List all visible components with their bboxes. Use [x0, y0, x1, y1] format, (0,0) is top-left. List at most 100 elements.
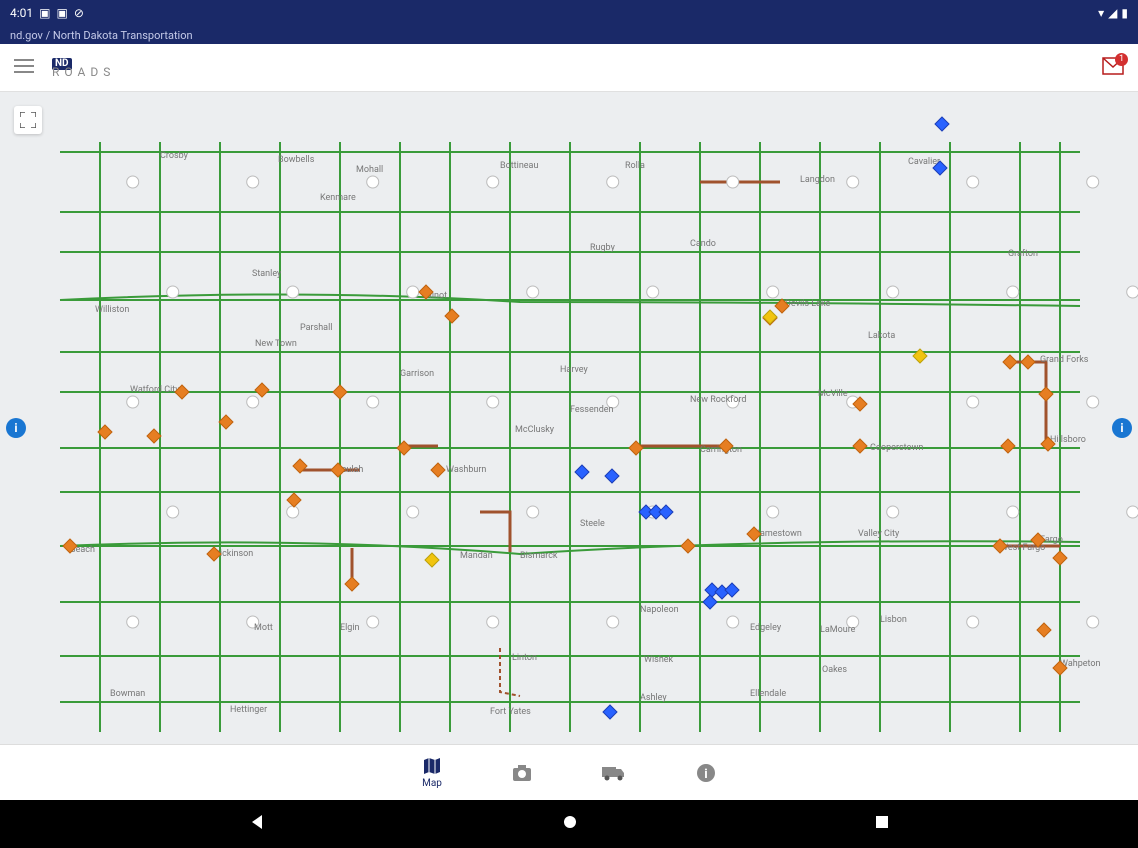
wifi-icon: ▾	[1098, 6, 1104, 20]
route-shield	[1007, 506, 1019, 518]
city-label: Grafton	[1008, 249, 1038, 259]
city-label: New Rockford	[690, 395, 746, 405]
city-label: Garrison	[400, 369, 434, 379]
city-label: Fort Yates	[490, 707, 531, 717]
city-label: Oakes	[822, 665, 847, 675]
route-shield	[367, 176, 379, 188]
marker-construction[interactable]	[1037, 623, 1051, 637]
route-shield	[527, 506, 539, 518]
marker-construction[interactable]	[255, 383, 269, 397]
map-svg: CrosbyBowbellsKenmareMohallBottineauRoll…	[0, 92, 1138, 744]
back-button[interactable]	[248, 813, 266, 835]
city-label: Lakota	[868, 331, 895, 341]
city-label: Cooperstown	[870, 443, 923, 453]
city-label: Parshall	[300, 323, 332, 333]
route-shield	[487, 176, 499, 188]
marker-construction[interactable]	[1003, 355, 1017, 369]
marker-info[interactable]	[575, 465, 589, 479]
fullscreen-button[interactable]	[14, 106, 42, 134]
city-label: Stanley	[252, 269, 282, 279]
info-left-button[interactable]: i	[6, 418, 26, 438]
nav-map-label: Map	[422, 778, 442, 789]
marker-caution[interactable]	[763, 310, 777, 324]
marker-caution[interactable]	[425, 553, 439, 567]
route-shield	[127, 396, 139, 408]
marker-info[interactable]	[605, 469, 619, 483]
marker-info[interactable]	[659, 505, 673, 519]
marker-construction[interactable]	[1021, 355, 1035, 369]
city-label: Kenmare	[320, 193, 356, 203]
route-shield	[1087, 616, 1099, 628]
route-shield	[1087, 176, 1099, 188]
status-icon-3: ⊘	[74, 6, 84, 20]
marker-construction[interactable]	[1001, 439, 1015, 453]
city-label: Valley City	[858, 529, 900, 539]
city-label: Bowman	[110, 689, 145, 699]
city-label: Crosby	[160, 151, 189, 161]
menu-button[interactable]	[14, 58, 34, 77]
city-label: Langdon	[800, 175, 835, 185]
route-shield	[1087, 396, 1099, 408]
route-shield	[727, 176, 739, 188]
nav-info[interactable]: i	[696, 763, 716, 783]
marker-info[interactable]	[703, 595, 717, 609]
city-label: Williston	[95, 305, 129, 315]
route-shield	[247, 176, 259, 188]
city-label: Steele	[580, 519, 605, 529]
marker-info[interactable]	[935, 117, 949, 131]
city-label: Mohall	[356, 165, 383, 175]
route-shield	[727, 616, 739, 628]
info-right-button[interactable]: i	[1112, 418, 1132, 438]
status-time: 4:01	[10, 6, 33, 20]
route-shield	[287, 286, 299, 298]
route-shield	[887, 506, 899, 518]
nav-map[interactable]: Map	[422, 756, 442, 789]
route-shield	[367, 396, 379, 408]
marker-info[interactable]	[725, 583, 739, 597]
route-shield	[247, 396, 259, 408]
nav-truck[interactable]	[602, 765, 626, 781]
city-label: Watford City	[130, 385, 180, 395]
marker-construction[interactable]	[445, 309, 459, 323]
home-button[interactable]	[562, 814, 578, 834]
marker-info[interactable]	[603, 705, 617, 719]
marker-construction[interactable]	[147, 429, 161, 443]
status-icon-1: ▣	[39, 6, 50, 20]
marker-construction[interactable]	[681, 539, 695, 553]
route-shield	[167, 506, 179, 518]
city-label: Mott	[254, 623, 273, 633]
signal-icon: ◢	[1108, 6, 1117, 20]
route-shield	[487, 396, 499, 408]
notifications-button[interactable]: 1	[1102, 57, 1124, 79]
battery-icon: ▮	[1121, 6, 1128, 20]
city-label: Lisbon	[880, 615, 907, 625]
route-shield	[287, 506, 299, 518]
marker-construction[interactable]	[853, 439, 867, 453]
map-view[interactable]: CrosbyBowbellsKenmareMohallBottineauRoll…	[0, 92, 1138, 744]
city-label: Cando	[690, 239, 716, 249]
route-shield	[487, 616, 499, 628]
route-shield	[607, 616, 619, 628]
route-shield	[967, 616, 979, 628]
route-shield	[647, 286, 659, 298]
app-header: ND ROADS 1	[0, 44, 1138, 92]
recents-button[interactable]	[874, 814, 890, 834]
road-construction	[1006, 362, 1046, 446]
app-subtitle: nd.gov / North Dakota Transportation	[0, 26, 1138, 44]
route-shield	[167, 286, 179, 298]
marker-construction[interactable]	[1039, 387, 1053, 401]
city-label: Edgeley	[750, 623, 782, 633]
notification-badge: 1	[1115, 53, 1128, 66]
marker-construction[interactable]	[431, 463, 445, 477]
marker-construction[interactable]	[219, 415, 233, 429]
city-label: New Town	[255, 339, 297, 349]
marker-construction[interactable]	[333, 385, 347, 399]
map-icon	[422, 756, 442, 776]
route-shield	[527, 286, 539, 298]
marker-construction[interactable]	[345, 577, 359, 591]
nav-camera[interactable]	[512, 764, 532, 782]
truck-icon	[602, 765, 626, 781]
marker-construction[interactable]	[1053, 551, 1067, 565]
marker-construction[interactable]	[287, 493, 301, 507]
status-icon-2: ▣	[56, 6, 67, 20]
